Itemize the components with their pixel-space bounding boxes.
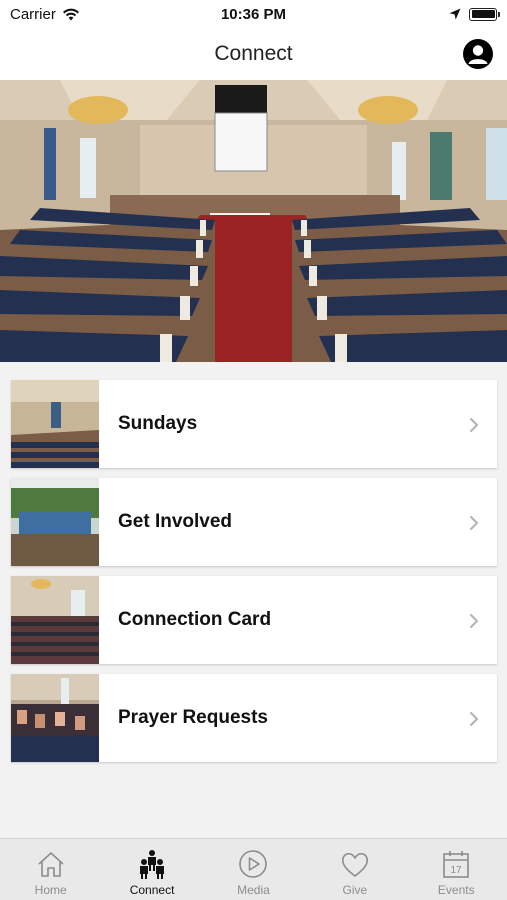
list-item-sundays[interactable]: Sundays	[11, 380, 497, 468]
hero-image	[0, 80, 507, 362]
user-icon	[468, 45, 488, 64]
chevron-right-icon	[469, 711, 479, 727]
battery-icon	[469, 7, 500, 21]
connection-card-thumbnail	[11, 576, 99, 664]
nav-bar: Connect	[0, 28, 507, 80]
chevron-right-icon	[469, 417, 479, 433]
list-item-label: Connection Card	[118, 609, 272, 630]
chevron-right-icon	[469, 515, 479, 531]
svg-text:17: 17	[451, 865, 463, 876]
wifi-icon	[62, 8, 79, 20]
list-item-prayer-requests[interactable]: Prayer Requests	[11, 674, 497, 762]
location-arrow-icon	[449, 8, 461, 20]
status-time: 10:36 PM	[220, 5, 287, 23]
heart-icon	[341, 852, 368, 877]
list-item-connection-card[interactable]: Connection Card	[11, 576, 497, 664]
sundays-thumbnail	[11, 380, 99, 468]
tab-bar: Home Connect Media Give 17 Events	[0, 838, 507, 900]
sanctuary-illustration	[0, 80, 507, 362]
tab-give[interactable]: Give	[310, 847, 400, 897]
get-involved-thumbnail	[11, 478, 99, 566]
status-bar: Carrier 10:36 PM	[0, 0, 507, 28]
list-item-label: Sundays	[118, 413, 198, 434]
list-item-get-involved[interactable]: Get Involved	[11, 478, 497, 566]
play-icon	[239, 850, 268, 878]
list-item-label: Prayer Requests	[118, 707, 268, 728]
home-icon	[38, 852, 64, 877]
chevron-right-icon	[469, 613, 479, 629]
people-icon	[140, 850, 165, 879]
tab-label: Connect	[129, 883, 175, 897]
tab-label: Home	[34, 883, 67, 897]
calendar-icon: 17	[443, 851, 470, 878]
status-right	[337, 7, 500, 21]
tab-label: Give	[342, 883, 368, 897]
connect-list: Sundays Get Involved Connection Card Pra…	[11, 380, 497, 772]
tab-label: Events	[437, 883, 475, 897]
list-item-label: Get Involved	[118, 511, 233, 532]
profile-button[interactable]	[463, 39, 493, 69]
tab-connect[interactable]: Connect	[107, 847, 197, 897]
prayer-requests-thumbnail	[11, 674, 99, 762]
tab-media[interactable]: Media	[208, 847, 298, 897]
status-left: Carrier	[10, 6, 170, 23]
tab-label: Media	[237, 883, 270, 897]
page-title: Connect	[214, 42, 293, 65]
carrier-label: Carrier	[10, 5, 56, 23]
tab-events[interactable]: 17 Events	[411, 847, 501, 897]
tab-home[interactable]: Home	[6, 847, 96, 897]
